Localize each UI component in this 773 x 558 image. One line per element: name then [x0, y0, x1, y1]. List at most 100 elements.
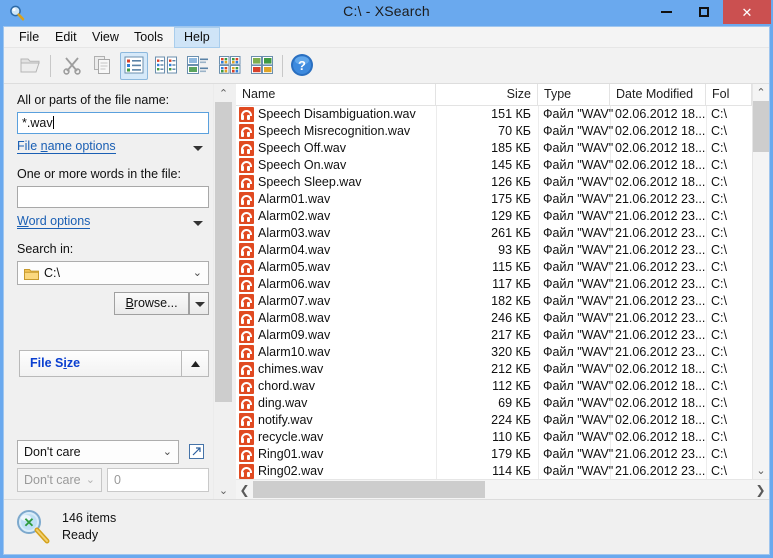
view-tiles-icon	[219, 55, 241, 77]
filename-input-value: *.wav	[22, 116, 53, 130]
view-list-button[interactable]	[152, 52, 180, 80]
svg-text:?: ?	[298, 58, 306, 73]
chevron-down-icon[interactable]: ⌄	[193, 267, 202, 279]
cell-folder: C:\	[711, 362, 727, 376]
svg-text:✕: ✕	[24, 515, 35, 530]
scroll-right-button[interactable]: ❯	[752, 480, 769, 499]
words-input[interactable]	[17, 186, 209, 208]
close-button[interactable]: ✕	[723, 0, 771, 24]
scroll-down-button[interactable]: ⌄	[214, 481, 233, 499]
chevron-down-icon[interactable]	[193, 146, 203, 151]
results-vertical-scrollbar[interactable]: ⌃ ⌄	[752, 84, 769, 479]
chevron-down-icon[interactable]: ⌄	[163, 446, 172, 458]
search-panel-scrollbar[interactable]: ⌃ ⌄	[213, 84, 232, 499]
cell-size: 320 КБ	[491, 345, 531, 359]
table-row[interactable]: Alarm01.wav 175 КБ Файл "WAV" 21.06.2012 23…	[236, 191, 752, 208]
cell-folder: C:\	[711, 328, 727, 342]
scrollbar-track[interactable]	[215, 402, 232, 481]
filename-options-row[interactable]: File name options	[17, 139, 209, 157]
file-size-expand-button[interactable]	[189, 444, 204, 459]
cell-size: 117 КБ	[492, 277, 531, 291]
chevron-down-icon[interactable]	[193, 221, 203, 226]
chevron-down-icon[interactable]	[195, 302, 205, 307]
view-large-icons-button[interactable]	[248, 52, 276, 80]
table-row[interactable]: Speech Misrecognition.wav 70 КБ Файл "WAV"…	[236, 123, 752, 140]
file-size-mode-combobox[interactable]: Don't care ⌄	[17, 440, 179, 464]
menu-view[interactable]: View	[83, 27, 128, 48]
column-header-folder[interactable]: Fol	[706, 84, 752, 105]
cell-name: Speech Off.wav	[258, 141, 347, 155]
filename-options-link[interactable]: File name options	[17, 139, 116, 154]
cell-date: 21.06.2012 23...	[615, 447, 706, 461]
table-row[interactable]: ding.wav 69 КБ Файл "WAV" 02.06.2012 18... C…	[236, 395, 752, 412]
table-row[interactable]: Alarm10.wav 320 КБ Файл "WAV" 21.06.2012 23…	[236, 344, 752, 361]
scroll-up-button[interactable]: ⌃	[214, 84, 233, 102]
copy-button[interactable]	[88, 52, 116, 80]
scrollbar-thumb[interactable]	[753, 101, 769, 152]
scroll-down-button[interactable]: ⌄	[753, 462, 769, 479]
cell-size: 175 КБ	[491, 192, 531, 206]
table-row[interactable]: Speech Disambiguation.wav 151 КБ Файл "WAV…	[236, 106, 752, 123]
menu-help[interactable]: Help	[174, 27, 220, 48]
menu-tools[interactable]: Tools	[125, 27, 172, 48]
menu-edit[interactable]: Edit	[46, 27, 86, 48]
cell-type: Файл "WAV"	[543, 209, 614, 223]
view-tiles-button[interactable]	[216, 52, 244, 80]
table-row[interactable]: Speech Off.wav 185 КБ Файл "WAV" 02.06.2012…	[236, 140, 752, 157]
column-header-size[interactable]: Size	[436, 84, 538, 105]
help-button[interactable]: ?	[288, 52, 316, 80]
table-row[interactable]: chord.wav 112 КБ Файл "WAV" 02.06.2012 18..…	[236, 378, 752, 395]
table-row[interactable]: Alarm02.wav 129 КБ Файл "WAV" 21.06.2012 23…	[236, 208, 752, 225]
collapse-toggle[interactable]	[181, 351, 208, 376]
table-row[interactable]: Alarm09.wav 217 КБ Файл "WAV" 21.06.2012 23…	[236, 327, 752, 344]
file-size-group-header[interactable]: File Size	[19, 350, 209, 377]
table-row[interactable]: Alarm08.wav 246 КБ Файл "WAV" 21.06.2012 23…	[236, 310, 752, 327]
table-row[interactable]: Alarm06.wav 117 КБ Файл "WAV" 21.06.2012 23…	[236, 276, 752, 293]
table-row[interactable]: Alarm07.wav 182 КБ Файл "WAV" 21.06.2012 23…	[236, 293, 752, 310]
column-header-name[interactable]: Name	[236, 84, 436, 105]
search-in-combobox[interactable]: C:\ ⌄	[17, 261, 209, 285]
browse-dropdown-button[interactable]	[189, 292, 209, 315]
word-options-link[interactable]: Word options	[17, 214, 91, 229]
cell-folder: C:\	[711, 345, 727, 359]
file-size-from-operator-value: Don't care	[24, 473, 81, 487]
browse-button[interactable]: Browse...	[114, 292, 189, 315]
filename-input[interactable]: *.wav	[17, 112, 209, 134]
client-area: File Edit View Tools Help ? All or parts…	[3, 26, 770, 555]
cut-button[interactable]	[58, 52, 86, 80]
table-row[interactable]: recycle.wav 110 КБ Файл "WAV" 02.06.2012 18…	[236, 429, 752, 446]
table-row[interactable]: Speech On.wav 145 КБ Файл "WAV" 02.06.2012 …	[236, 157, 752, 174]
table-row[interactable]: Alarm03.wav 261 КБ Файл "WAV" 21.06.2012 23…	[236, 225, 752, 242]
cell-size: 69 КБ	[498, 396, 531, 410]
cell-date: 21.06.2012 23...	[615, 260, 706, 274]
column-header-date[interactable]: Date Modified	[610, 84, 706, 105]
table-row[interactable]: notify.wav 224 КБ Файл "WAV" 02.06.2012 18.…	[236, 412, 752, 429]
view-small-icons-button[interactable]	[184, 52, 212, 80]
minimize-button[interactable]	[647, 0, 685, 24]
scroll-left-button[interactable]: ❮	[236, 480, 253, 499]
menu-file[interactable]: File	[10, 27, 48, 48]
table-row[interactable]: Ring01.wav 179 КБ Файл "WAV" 21.06.2012 23.…	[236, 446, 752, 463]
cell-date: 21.06.2012 23...	[615, 328, 706, 342]
table-row[interactable]: Alarm04.wav 93 КБ Файл "WAV" 21.06.2012 23.…	[236, 242, 752, 259]
file-size-from-operator[interactable]: Don't care ⌄	[17, 468, 102, 492]
chevron-down-icon[interactable]: ⌄	[86, 474, 95, 486]
open-folder-button[interactable]	[16, 52, 44, 80]
scrollbar-thumb[interactable]	[215, 102, 232, 402]
table-row[interactable]: Speech Sleep.wav 126 КБ Файл "WAV" 02.06.20…	[236, 174, 752, 191]
scrollbar-thumb[interactable]	[253, 481, 485, 498]
maximize-button[interactable]	[685, 0, 723, 24]
table-row[interactable]: Ring02.wav 114 КБ Файл "WAV" 21.06.2012 23.…	[236, 463, 752, 479]
results-horizontal-scrollbar[interactable]: ❮ ❯	[236, 479, 769, 499]
search-panel: All or parts of the file name: *.wav Fil…	[4, 84, 233, 499]
table-row[interactable]: chimes.wav 212 КБ Файл "WAV" 02.06.2012 18.…	[236, 361, 752, 378]
scissors-icon	[62, 55, 82, 78]
view-details-button[interactable]	[120, 52, 148, 80]
column-header-type[interactable]: Type	[538, 84, 610, 105]
cell-size: 185 КБ	[491, 141, 531, 155]
word-options-row[interactable]: Word options	[17, 214, 209, 232]
scroll-up-button[interactable]: ⌃	[753, 84, 769, 101]
table-row[interactable]: Alarm05.wav 115 КБ Файл "WAV" 21.06.2012 23…	[236, 259, 752, 276]
file-size-from-value[interactable]: 0	[107, 468, 209, 492]
cell-name: Speech Sleep.wav	[258, 175, 362, 189]
